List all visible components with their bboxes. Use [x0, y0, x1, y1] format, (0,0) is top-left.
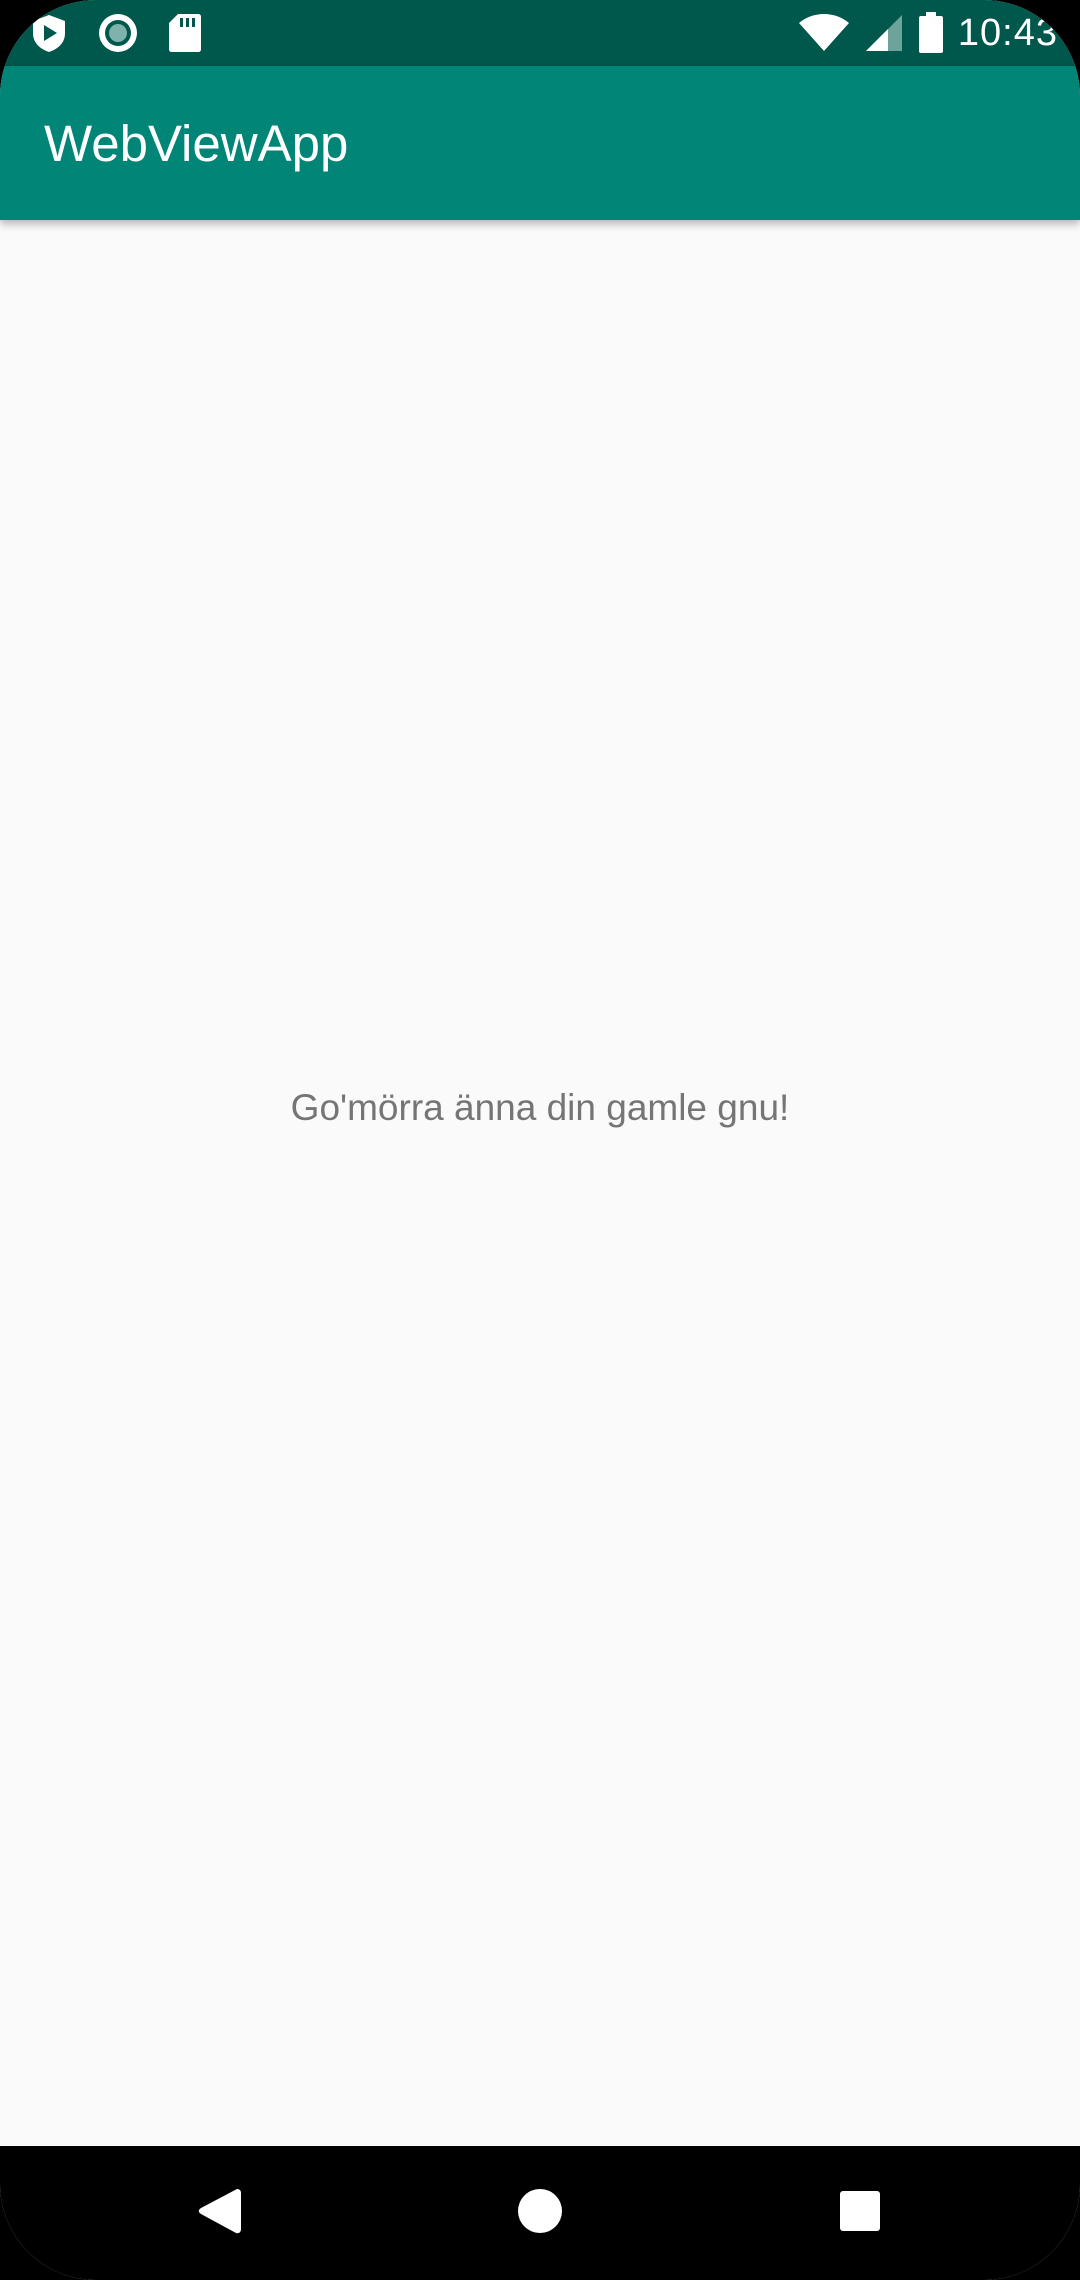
home-button[interactable] [500, 2176, 580, 2246]
status-bar: 10:43 [0, 0, 1080, 66]
status-right-icons: 10:43 [798, 8, 1058, 58]
play-protect-icon [30, 13, 68, 53]
battery-icon [918, 12, 944, 54]
message-text: Go'mörra änna din gamle gnu! [290, 1087, 790, 1128]
sd-card-icon [168, 13, 202, 53]
app-title: WebViewApp [44, 115, 349, 172]
webview-content[interactable]: Go'mörra änna din gamle gnu! [0, 220, 1080, 2146]
app-bar: WebViewApp [0, 66, 1080, 220]
recents-button[interactable] [820, 2176, 900, 2246]
home-icon [518, 2189, 562, 2233]
status-time: 10:43 [957, 12, 1058, 54]
back-icon [198, 2189, 241, 2234]
cell-signal-icon [864, 13, 904, 53]
record-icon [98, 13, 138, 53]
status-left-icons [30, 12, 202, 54]
recents-icon [840, 2191, 880, 2231]
wifi-icon [798, 13, 850, 53]
back-button[interactable] [180, 2176, 260, 2246]
phone-screen: 10:43 WebViewApp Go'mörra änna din gamle… [0, 0, 1080, 2280]
navigation-bar [0, 2146, 1080, 2280]
